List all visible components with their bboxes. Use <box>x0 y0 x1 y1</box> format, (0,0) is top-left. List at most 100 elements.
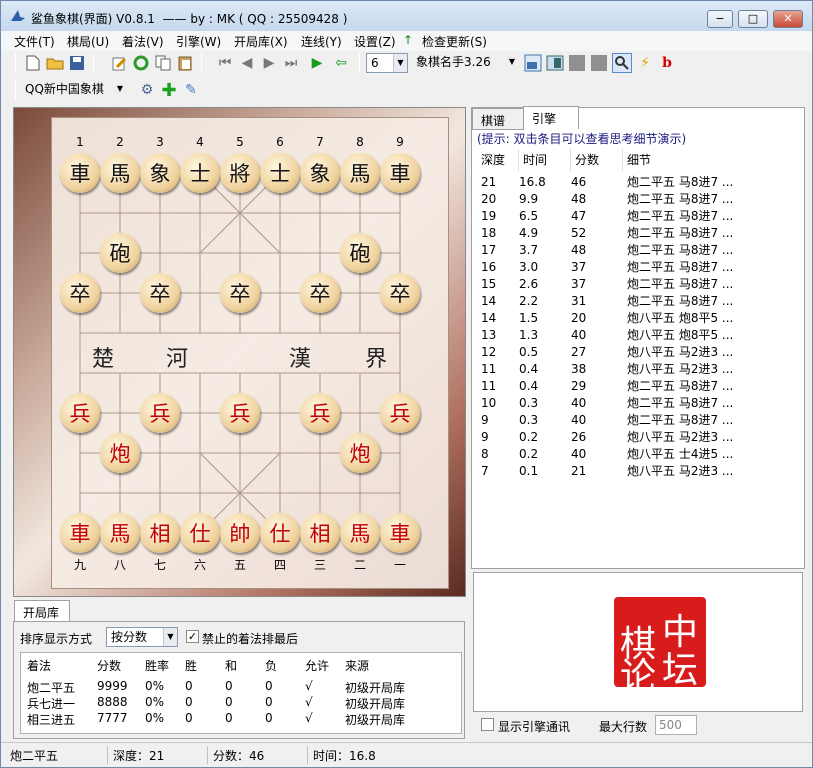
red-piece[interactable]: 仕 <box>260 513 300 553</box>
black-piece[interactable]: 士 <box>180 153 220 193</box>
red-piece[interactable]: 仕 <box>180 513 220 553</box>
gray-square-2-icon[interactable] <box>589 53 609 73</box>
col-score[interactable]: 分数 <box>571 149 623 171</box>
engine-cell: 炮八平五 士4进5 ... <box>627 447 734 461</box>
red-piece[interactable]: 兵 <box>300 393 340 433</box>
col-depth[interactable]: 深度 <box>475 149 519 171</box>
file-label-top: 1 <box>76 135 84 149</box>
tab-engine[interactable]: 引擎 <box>523 106 579 129</box>
engine-row[interactable]: 10 0.3 40 炮二平五 马8进7 ... <box>475 395 801 412</box>
red-piece[interactable]: 兵 <box>140 393 180 433</box>
engine-cell: 2.2 <box>519 294 539 308</box>
sort-select[interactable]: 按分数 ▼ <box>106 627 178 647</box>
red-piece[interactable]: 相 <box>300 513 340 553</box>
opening-col-header[interactable]: 负 <box>265 657 277 674</box>
black-piece[interactable]: 馬 <box>340 153 380 193</box>
minimize-button[interactable]: − <box>707 10 733 28</box>
engine-row[interactable]: 16 3.0 37 炮二平五 马8进7 ... <box>475 259 801 276</box>
opening-col-header[interactable]: 和 <box>225 657 237 674</box>
b-icon[interactable]: b <box>657 53 677 73</box>
opening-col-header[interactable]: 允许 <box>305 657 329 674</box>
engine-cell: 37 <box>571 260 587 274</box>
red-piece[interactable]: 炮 <box>340 433 380 473</box>
engine-row[interactable]: 21 16.8 46 炮二平五 马8进7 ... <box>475 174 801 191</box>
engine-cell: 8 <box>481 447 489 461</box>
engine-row[interactable]: 14 2.2 31 炮二平五 马8进7 ... <box>475 293 801 310</box>
opening-col-header[interactable]: 着法 <box>27 657 51 674</box>
engine-row[interactable]: 12 0.5 27 炮八平五 马2进3 ... <box>475 344 801 361</box>
engine-cell: 40 <box>571 413 587 427</box>
engine-row[interactable]: 8 0.2 40 炮八平五 士4进5 ... <box>475 446 801 463</box>
engine-cell: 14 <box>481 294 497 308</box>
engine-row[interactable]: 20 9.9 48 炮二平五 马8进7 ... <box>475 191 801 208</box>
close-button[interactable]: ✕ <box>773 10 803 28</box>
opening-row[interactable]: 炮二平五 9999 0% 0 0 0 √ 初级开局库 <box>21 679 461 695</box>
engine-row[interactable]: 9 0.2 26 炮八平五 马2进3 ... <box>475 429 801 446</box>
lightning-icon[interactable]: ⚡ <box>635 53 655 73</box>
black-piece[interactable]: 卒 <box>140 273 180 313</box>
opening-col-header[interactable]: 胜率 <box>145 657 169 674</box>
red-piece[interactable]: 車 <box>380 513 420 553</box>
opening-row[interactable]: 相三进五 7777 0% 0 0 0 √ 初级开局库 <box>21 711 461 727</box>
search-icon[interactable] <box>612 53 632 73</box>
red-piece[interactable]: 相 <box>140 513 180 553</box>
red-piece[interactable]: 車 <box>60 513 100 553</box>
opening-col-header[interactable]: 分数 <box>97 657 121 674</box>
engine-row[interactable]: 18 4.9 52 炮二平五 马8进7 ... <box>475 225 801 242</box>
opening-col-header[interactable]: 来源 <box>345 657 369 674</box>
black-piece[interactable]: 象 <box>300 153 340 193</box>
col-detail[interactable]: 细节 <box>623 149 801 171</box>
engine-row[interactable]: 15 2.6 37 炮二平五 马8进7 ... <box>475 276 801 293</box>
black-piece[interactable]: 砲 <box>100 233 140 273</box>
engine-cell: 3.0 <box>519 260 539 274</box>
black-piece[interactable]: 砲 <box>340 233 380 273</box>
layout-icon[interactable] <box>545 53 565 73</box>
engine-row[interactable]: 11 0.4 38 炮八平五 马2进3 ... <box>475 361 801 378</box>
engine-row[interactable]: 9 0.3 40 炮二平五 马8进7 ... <box>475 412 801 429</box>
opening-col-header[interactable]: 胜 <box>185 657 197 674</box>
red-piece[interactable]: 炮 <box>100 433 140 473</box>
engine-cell: 11 <box>481 379 497 393</box>
engine-cell: 0.2 <box>519 447 539 461</box>
engine-row[interactable]: 14 1.5 20 炮八平五 炮8平5 ... <box>475 310 801 327</box>
ban-moves-checkbox[interactable]: ✓ <box>186 630 199 643</box>
red-piece[interactable]: 馬 <box>340 513 380 553</box>
black-piece[interactable]: 象 <box>140 153 180 193</box>
col-time[interactable]: 时间 <box>519 149 571 171</box>
red-piece[interactable]: 帥 <box>220 513 260 553</box>
engine-cell: 48 <box>571 243 587 257</box>
red-piece[interactable]: 兵 <box>220 393 260 433</box>
opening-row[interactable]: 兵七进一 8888 0% 0 0 0 √ 初级开局库 <box>21 695 461 711</box>
opening-cell: 初级开局库 <box>345 713 406 727</box>
black-piece[interactable]: 馬 <box>100 153 140 193</box>
black-piece[interactable]: 將 <box>220 153 260 193</box>
black-piece[interactable]: 卒 <box>380 273 420 313</box>
maximize-button[interactable]: □ <box>738 10 768 28</box>
black-piece[interactable]: 卒 <box>300 273 340 313</box>
board-view-icon[interactable] <box>523 53 543 73</box>
black-piece[interactable]: 卒 <box>220 273 260 313</box>
red-piece[interactable]: 兵 <box>60 393 100 433</box>
engine-cell: 9.9 <box>519 192 539 206</box>
engine-row[interactable]: 19 6.5 47 炮二平五 马8进7 ... <box>475 208 801 225</box>
engine-row[interactable]: 7 0.1 21 炮八平五 马2进3 ... <box>475 463 801 480</box>
red-piece[interactable]: 兵 <box>380 393 420 433</box>
show-engine-comm-checkbox[interactable] <box>481 718 494 731</box>
max-rows-input[interactable]: 500 <box>655 715 697 735</box>
black-piece[interactable]: 士 <box>260 153 300 193</box>
forum-logo: 中 棋 论 坛 <box>614 597 706 697</box>
engine-row[interactable]: 17 3.7 48 炮二平五 马8进7 ... <box>475 242 801 259</box>
tab-game-record[interactable]: 棋谱 <box>472 108 524 130</box>
black-piece[interactable]: 車 <box>60 153 100 193</box>
black-piece[interactable]: 車 <box>380 153 420 193</box>
gray-square-icon[interactable] <box>567 53 587 73</box>
black-piece[interactable]: 卒 <box>60 273 100 313</box>
engine-row[interactable]: 13 1.3 40 炮八平五 炮8平5 ... <box>475 327 801 344</box>
engine-cell: 炮八平五 炮8平5 ... <box>627 328 734 342</box>
tab-opening-book[interactable]: 开局库 <box>14 600 70 623</box>
status-depth: 深度：21 <box>113 749 165 763</box>
engine-row[interactable]: 11 0.4 29 炮二平五 马8进7 ... <box>475 378 801 395</box>
opening-cell: 0% <box>145 695 165 709</box>
red-piece[interactable]: 馬 <box>100 513 140 553</box>
engine-cell: 1.3 <box>519 328 539 342</box>
